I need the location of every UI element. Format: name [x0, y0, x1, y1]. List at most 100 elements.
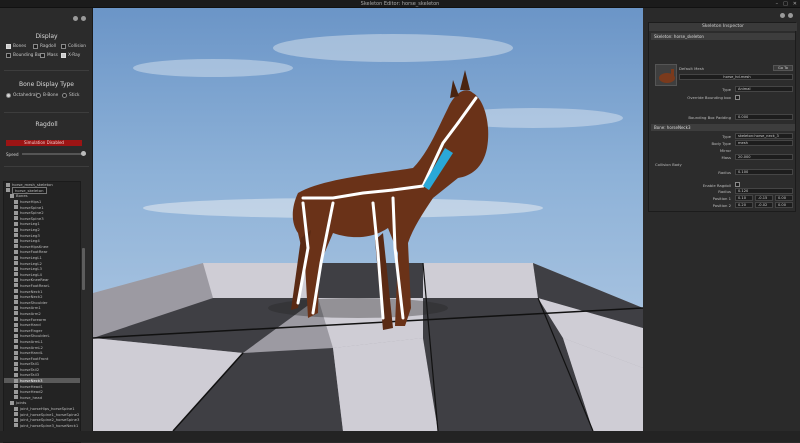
tree-row-label: horseHips1	[20, 199, 42, 205]
tree-row-label: horseForearm	[20, 316, 47, 322]
tree-row-label: horseLeg2	[20, 227, 40, 233]
radio-bbone[interactable]: B-Bone	[36, 93, 58, 98]
option-xray[interactable]: X-Ray	[61, 53, 80, 58]
radio-icon[interactable]	[36, 93, 41, 98]
override-bbox-checkbox[interactable]	[735, 95, 740, 100]
checkbox-icon[interactable]	[40, 53, 45, 58]
body-type-select[interactable]: mesh	[735, 140, 793, 146]
status-bar	[0, 431, 800, 442]
maximize-icon[interactable]: □	[783, 1, 788, 7]
bone-type-select[interactable]: skeleton:horse_neck_3	[735, 133, 793, 139]
folder-icon	[10, 193, 14, 198]
rag-radius-field[interactable]: 0.120	[735, 188, 793, 194]
bone-icon	[14, 199, 18, 204]
checkbox-icon[interactable]	[33, 44, 38, 49]
minimize-icon[interactable]: –	[776, 1, 779, 7]
tree-row-label: horseHandL	[20, 350, 43, 356]
tree-row-label: horseFootFront	[20, 355, 49, 361]
tree-row-label: joint_horseSpine3_horseNeck1	[20, 422, 79, 428]
mirror-label: Mirror	[719, 148, 731, 153]
simulation-status-button[interactable]: Simulation Disabled	[6, 140, 82, 146]
panel-settings-icon[interactable]	[73, 16, 78, 21]
rag-position1-z[interactable]: 0.00	[775, 195, 793, 201]
mass-field[interactable]: 20.000	[735, 154, 793, 160]
divider	[4, 112, 89, 113]
tree-scrollbar[interactable]	[82, 248, 85, 290]
enable-ragdoll-text: Enable Ragdoll	[702, 183, 731, 188]
bone-icon	[14, 372, 18, 377]
bone-icon	[14, 261, 18, 266]
type-select[interactable]: Animal	[735, 86, 793, 92]
checkbox-icon[interactable]	[6, 44, 11, 49]
mesh-thumbnail	[655, 64, 677, 86]
tree-row[interactable]: joint_horseHips_horseSpine1	[4, 406, 80, 412]
override-bbox-label: Override Bounding box	[687, 95, 731, 100]
mesh-field[interactable]: horse_hd.mesh	[679, 74, 793, 80]
tree-row-label: horseLegL1	[20, 255, 42, 261]
tree-row-label: horseArmL1	[20, 338, 43, 344]
tree-row-label: horseArmL2	[20, 344, 43, 350]
panel-settings-icon[interactable]	[780, 13, 785, 18]
tree-row-label: horseTail3	[20, 372, 40, 378]
option-ragdoll[interactable]: Ragdoll	[33, 44, 56, 49]
rag-position2-z[interactable]: 0.00	[775, 202, 793, 208]
bone-icon	[14, 300, 18, 305]
tree-row-label: horseSpine3	[20, 215, 44, 221]
bone-icon	[14, 317, 18, 322]
option-bounding-box[interactable]: Bounding Box	[6, 53, 43, 58]
inspector-title: Skeleton Inspector	[649, 23, 797, 31]
3d-viewport[interactable]	[93, 8, 643, 431]
slider-knob[interactable]	[81, 151, 86, 156]
panel-close-icon[interactable]	[788, 13, 793, 18]
radius-field[interactable]: 0.100	[735, 169, 793, 175]
radius-label: Radius	[718, 170, 731, 175]
skeleton-header[interactable]: Skeleton: horse_skeleton	[651, 33, 795, 40]
rag-position1-y[interactable]: -0.15	[755, 195, 773, 201]
skeleton-tree[interactable]: horse_mesh_skeleton horse_skeleton Bones ho…	[3, 181, 81, 443]
bone-icon	[14, 384, 18, 389]
tree-row[interactable]: joint_horseSpine2_horseSpine3	[4, 417, 80, 423]
default-mesh-label: Default Mesh	[679, 66, 705, 71]
panel-close-icon[interactable]	[81, 16, 86, 21]
rag-position1-label: Position 1	[712, 196, 731, 201]
option-collision[interactable]: Collision	[61, 44, 86, 49]
bone-icon	[14, 345, 18, 350]
close-icon[interactable]: ✕	[793, 1, 797, 7]
checkbox-icon[interactable]	[6, 53, 11, 58]
checkbox-icon[interactable]	[61, 44, 66, 49]
option-mass[interactable]: Mass	[40, 53, 58, 58]
radio-icon[interactable]	[6, 93, 11, 98]
bone-icon	[14, 305, 18, 310]
folder-icon	[6, 188, 10, 193]
bone-icon	[14, 216, 18, 221]
checkbox-icon[interactable]	[61, 53, 66, 58]
radio-icon[interactable]	[62, 93, 67, 98]
option-bones[interactable]: Bones	[6, 44, 26, 49]
tree-row-label: horseNeck2	[20, 294, 43, 300]
radio-stick[interactable]: Stick	[62, 93, 79, 98]
tree-row-label: horseKneeRear	[20, 277, 49, 283]
rag-position2-x[interactable]: 0.20	[735, 202, 753, 208]
bone-icon	[14, 322, 18, 327]
go-to-button[interactable]: Go To	[773, 65, 793, 71]
speed-row: Speed	[6, 151, 86, 157]
rag-position2-y[interactable]: -0.02	[755, 202, 773, 208]
tree-row-label: horseArm1	[20, 305, 41, 311]
bbox-padding-field[interactable]: 0.000	[735, 114, 793, 120]
bone-icon	[14, 244, 18, 249]
left-panel: Display Bones Ragdoll Collision Bounding…	[0, 8, 93, 443]
speed-slider[interactable]	[21, 151, 86, 156]
radio-octahedral[interactable]: Octahedral	[6, 93, 37, 98]
tree-row[interactable]: joint_horseSpine1_horseSpine2	[4, 411, 80, 417]
bone-icon	[14, 417, 18, 422]
tree-row[interactable]: joint_horseSpine3_horseNeck1	[4, 423, 80, 429]
bone-icon	[14, 333, 18, 338]
display-title: Display	[35, 33, 58, 40]
bone-type-label: Type	[722, 134, 731, 139]
tree-row-label: horseFinger	[20, 327, 43, 333]
folder-icon	[10, 400, 14, 405]
bone-header[interactable]: Bone: horseNeck3	[651, 124, 795, 131]
enable-ragdoll-checkbox[interactable]	[735, 182, 740, 187]
bone-icon	[14, 205, 18, 210]
rag-position1-x[interactable]: 0.10	[735, 195, 753, 201]
